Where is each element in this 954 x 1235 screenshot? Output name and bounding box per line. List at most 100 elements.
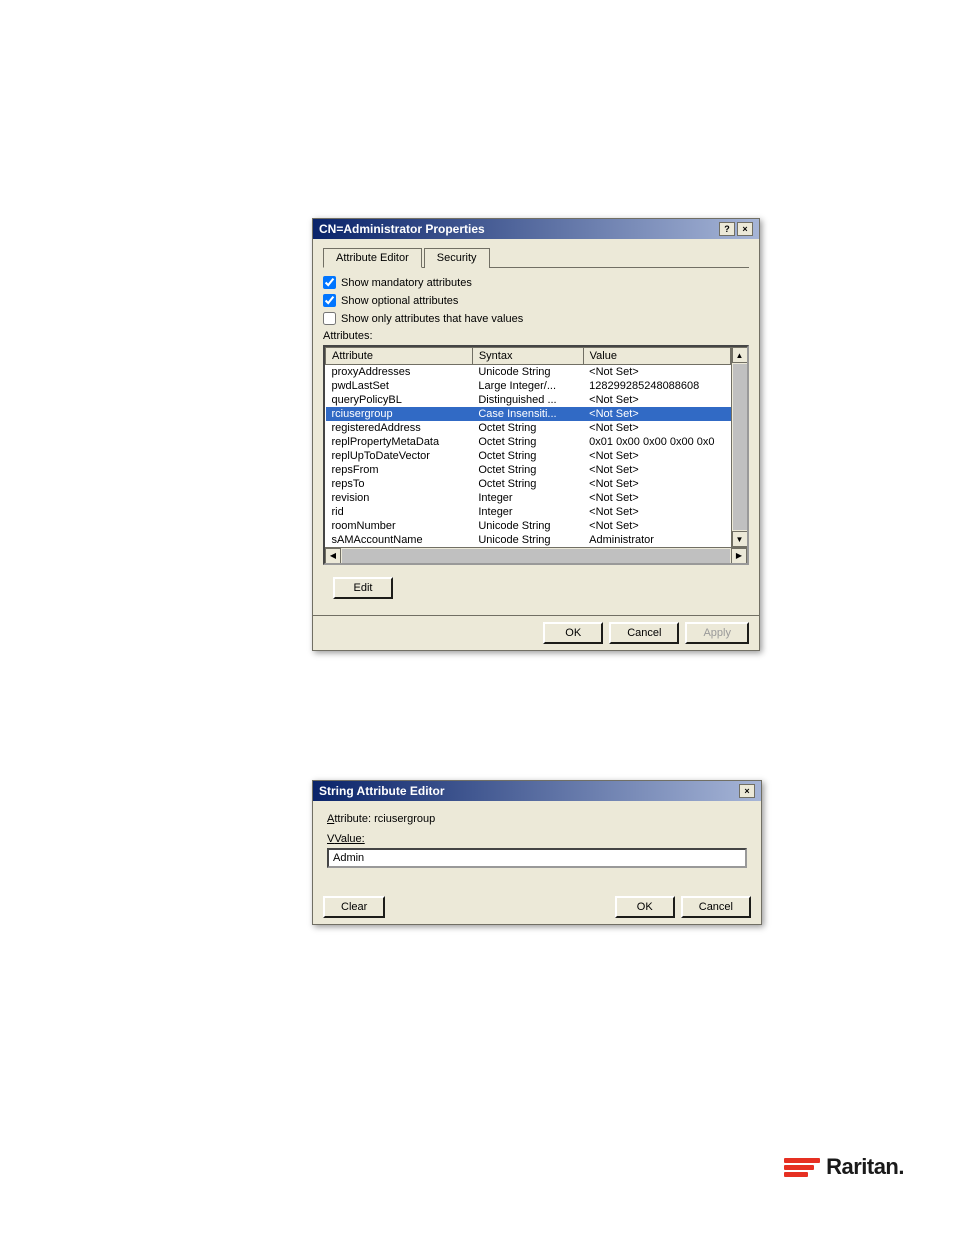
- scroll-right-arrow[interactable]: ▶: [731, 548, 747, 564]
- cell-syntax: Unicode String: [472, 533, 583, 547]
- cell-value: <Not Set>: [583, 519, 730, 533]
- cell-attribute: proxyAddresses: [326, 365, 473, 380]
- cell-attribute: replUpToDateVector: [326, 449, 473, 463]
- table-row[interactable]: ridInteger<Not Set>: [326, 505, 731, 519]
- cell-attribute: pwdLastSet: [326, 379, 473, 393]
- cell-value: <Not Set>: [583, 477, 730, 491]
- str-cancel-button[interactable]: Cancel: [681, 896, 751, 918]
- col-syntax[interactable]: Syntax: [472, 348, 583, 365]
- col-attribute[interactable]: Attribute: [326, 348, 473, 365]
- table-row[interactable]: sAMAccountNameUnicode StringAdministrato…: [326, 533, 731, 547]
- str-dialog-controls: ×: [739, 784, 755, 798]
- checkbox-show-optional: Show optional attributes: [323, 294, 749, 307]
- str-dialog-titlebar: String Attribute Editor ×: [313, 781, 761, 801]
- value-input[interactable]: [327, 848, 747, 868]
- table-row[interactable]: replUpToDateVectorOctet String<Not Set>: [326, 449, 731, 463]
- edit-button[interactable]: Edit: [333, 577, 393, 599]
- cell-syntax: Octet String: [472, 477, 583, 491]
- str-footer-right: OK Cancel: [615, 896, 751, 918]
- value-label-row: VValue:: [327, 833, 747, 845]
- attribute-row: Attribute: rciusergroup: [327, 813, 747, 825]
- scroll-h-thumb[interactable]: [342, 549, 730, 563]
- string-attribute-editor-dialog: String Attribute Editor × Attribute: rci…: [312, 780, 762, 925]
- str-dialog-title: String Attribute Editor: [319, 784, 445, 798]
- col-value[interactable]: Value: [583, 348, 730, 365]
- checkbox-show-values-only: Show only attributes that have values: [323, 312, 749, 325]
- cell-syntax: Octet String: [472, 421, 583, 435]
- vertical-scrollbar[interactable]: ▲ ▼: [731, 347, 747, 547]
- cell-value: <Not Set>: [583, 505, 730, 519]
- attribute-name-value: rciusergroup: [374, 813, 435, 825]
- cell-value: <Not Set>: [583, 365, 730, 380]
- tab-bar: Attribute Editor Security: [323, 247, 749, 268]
- str-ok-button[interactable]: OK: [615, 896, 675, 918]
- attributes-table: Attribute Syntax Value proxyAddressesUni…: [325, 347, 731, 547]
- attributes-label: Attributes:: [323, 330, 749, 342]
- cell-value: 128299285248088608: [583, 379, 730, 393]
- table-row[interactable]: roomNumberUnicode String<Not Set>: [326, 519, 731, 533]
- cell-attribute: rid: [326, 505, 473, 519]
- table-row[interactable]: repsToOctet String<Not Set>: [326, 477, 731, 491]
- scroll-thumb[interactable]: [733, 364, 747, 530]
- show-values-only-label: Show only attributes that have values: [341, 313, 523, 325]
- table-row[interactable]: rciusergroupCase Insensiti...<Not Set>: [326, 407, 731, 421]
- cell-attribute: repsTo: [326, 477, 473, 491]
- table-row[interactable]: revisionInteger<Not Set>: [326, 491, 731, 505]
- raritan-stripe-1: [784, 1158, 820, 1163]
- table-row[interactable]: proxyAddressesUnicode String<Not Set>: [326, 365, 731, 380]
- raritan-icon: [784, 1158, 820, 1177]
- table-row[interactable]: repsFromOctet String<Not Set>: [326, 463, 731, 477]
- table-row[interactable]: pwdLastSetLarge Integer/...1282992852480…: [326, 379, 731, 393]
- cell-syntax: Octet String: [472, 449, 583, 463]
- cell-attribute: queryPolicyBL: [326, 393, 473, 407]
- edit-button-row: Edit: [323, 573, 749, 603]
- cell-syntax: Unicode String: [472, 365, 583, 380]
- attributes-table-wrapper: Attribute Syntax Value proxyAddressesUni…: [323, 345, 749, 565]
- help-button[interactable]: ?: [719, 222, 735, 236]
- scroll-down-arrow[interactable]: ▼: [732, 531, 748, 547]
- horizontal-scrollbar[interactable]: ◀ ▶: [325, 547, 747, 563]
- checkbox-show-mandatory: Show mandatory attributes: [323, 276, 749, 289]
- cn-administrator-properties-dialog: CN=Administrator Properties ? × Attribut…: [312, 218, 760, 651]
- cell-value: 0x01 0x00 0x00 0x00 0x0: [583, 435, 730, 449]
- cell-syntax: Case Insensiti...: [472, 407, 583, 421]
- tab-attribute-editor[interactable]: Attribute Editor: [323, 248, 422, 268]
- raritan-stripe-2: [784, 1165, 814, 1170]
- cell-syntax: Large Integer/...: [472, 379, 583, 393]
- cn-dialog-footer: OK Cancel Apply: [313, 615, 759, 650]
- table-row[interactable]: registeredAddressOctet String<Not Set>: [326, 421, 731, 435]
- cell-attribute: rciusergroup: [326, 407, 473, 421]
- table-row[interactable]: queryPolicyBLDistinguished ...<Not Set>: [326, 393, 731, 407]
- cancel-button[interactable]: Cancel: [609, 622, 679, 644]
- cell-syntax: Octet String: [472, 435, 583, 449]
- cell-attribute: roomNumber: [326, 519, 473, 533]
- cell-syntax: Distinguished ...: [472, 393, 583, 407]
- tab-security[interactable]: Security: [424, 248, 490, 268]
- show-mandatory-label: Show mandatory attributes: [341, 277, 472, 289]
- scroll-left-arrow[interactable]: ◀: [325, 548, 341, 564]
- cell-value: <Not Set>: [583, 421, 730, 435]
- table-scroll-area: Attribute Syntax Value proxyAddressesUni…: [325, 347, 731, 547]
- cell-value: <Not Set>: [583, 463, 730, 477]
- cell-attribute: sAMAccountName: [326, 533, 473, 547]
- table-row[interactable]: replPropertyMetaDataOctet String0x01 0x0…: [326, 435, 731, 449]
- close-button[interactable]: ×: [737, 222, 753, 236]
- cell-syntax: Integer: [472, 491, 583, 505]
- scroll-up-arrow[interactable]: ▲: [732, 347, 748, 363]
- cell-value: <Not Set>: [583, 491, 730, 505]
- show-optional-label: Show optional attributes: [341, 295, 458, 307]
- str-close-button[interactable]: ×: [739, 784, 755, 798]
- apply-button[interactable]: Apply: [685, 622, 749, 644]
- ok-button[interactable]: OK: [543, 622, 603, 644]
- cell-attribute: revision: [326, 491, 473, 505]
- cell-attribute: replPropertyMetaData: [326, 435, 473, 449]
- cell-value: <Not Set>: [583, 393, 730, 407]
- cn-dialog-title: CN=Administrator Properties: [319, 222, 485, 236]
- raritan-logo: Raritan.: [784, 1154, 904, 1180]
- cn-dialog-titlebar: CN=Administrator Properties ? ×: [313, 219, 759, 239]
- show-mandatory-checkbox[interactable]: [323, 276, 336, 289]
- show-optional-checkbox[interactable]: [323, 294, 336, 307]
- cell-syntax: Integer: [472, 505, 583, 519]
- clear-button[interactable]: Clear: [323, 896, 385, 918]
- show-values-only-checkbox[interactable]: [323, 312, 336, 325]
